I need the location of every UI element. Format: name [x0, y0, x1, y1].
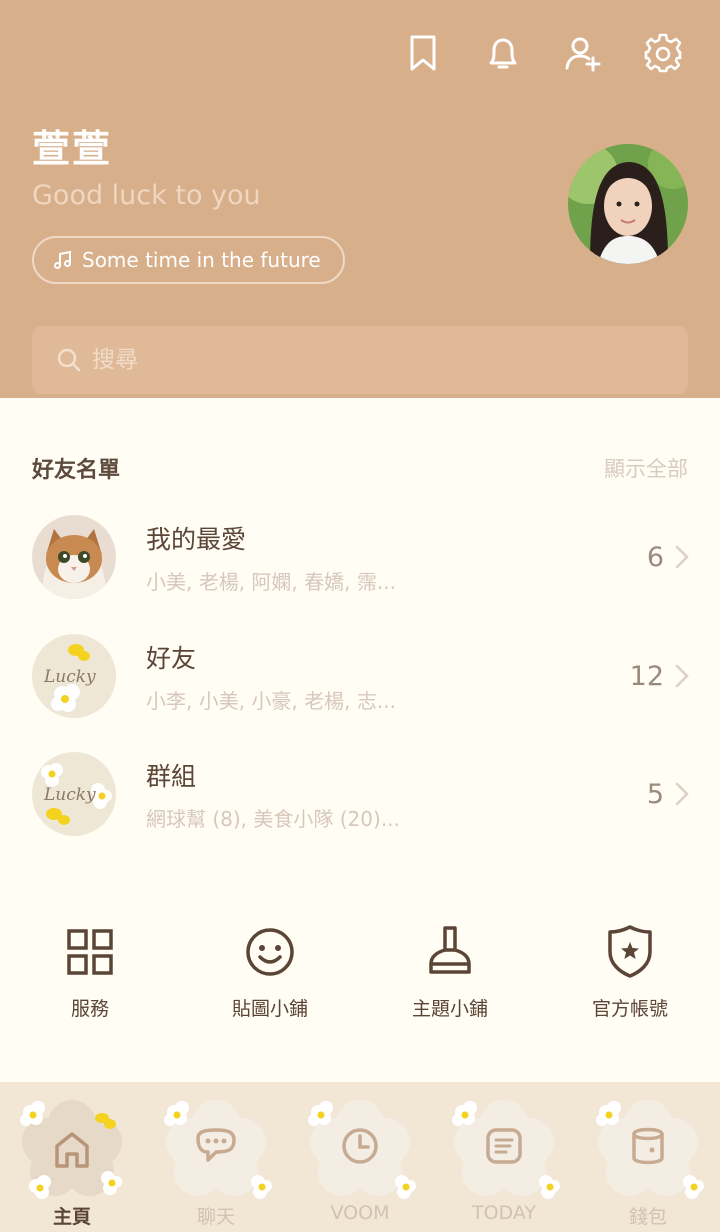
- friend-group-members: 網球幫 (8), 美食小隊 (20)...: [146, 806, 400, 831]
- profile-avatar[interactable]: [568, 144, 688, 264]
- friend-group-title: 我的最愛: [146, 524, 247, 554]
- search-input[interactable]: [92, 347, 652, 373]
- friend-group-title: 群組: [146, 761, 197, 791]
- chevron-right-icon: [675, 664, 689, 688]
- friend-group-row[interactable]: Lucky 好友 小李, 小美, 小豪, 老楊, 志... 12: [32, 631, 690, 721]
- status-message[interactable]: Good luck to you: [32, 180, 261, 211]
- nav-home[interactable]: 主頁: [0, 1082, 144, 1232]
- show-all-link[interactable]: 顯示全部: [604, 453, 688, 483]
- header-toolbar: [402, 32, 684, 74]
- friend-group-row[interactable]: Lucky 群組 網球幫 (8), 美食小隊 (20)... 5: [32, 749, 690, 839]
- service-label: 服務: [70, 998, 109, 1020]
- friend-group-members: 小美, 老楊, 阿嫻, 春嬌, 霈...: [146, 569, 396, 594]
- nav-label: 聊天: [196, 1206, 235, 1228]
- sticker-shop-button[interactable]: 貼圖小鋪: [180, 922, 360, 1021]
- nav-chat[interactable]: 聊天: [144, 1082, 288, 1232]
- search-icon: [57, 348, 81, 372]
- nav-label: TODAY: [472, 1202, 536, 1224]
- service-button[interactable]: 服務: [0, 922, 180, 1021]
- services-row: 服務 貼圖小鋪 主題小鋪 官方帳號: [0, 922, 720, 1021]
- svg-text:Lucky: Lucky: [43, 667, 96, 687]
- nav-today[interactable]: TODAY: [432, 1082, 576, 1232]
- shield-star-icon: [608, 925, 652, 978]
- profile-name[interactable]: 萱萱: [32, 118, 112, 173]
- nav-label: 錢包: [628, 1206, 667, 1228]
- brush-icon: [429, 926, 471, 974]
- section-title: 好友名單: [32, 458, 121, 483]
- friend-group-count: 6: [646, 541, 664, 573]
- service-label: 主題小鋪: [411, 998, 488, 1020]
- svg-text:Lucky: Lucky: [43, 785, 96, 805]
- friend-group-members: 小李, 小美, 小豪, 老楊, 志...: [146, 688, 396, 713]
- bell-icon[interactable]: [482, 32, 524, 74]
- profile-music-button[interactable]: Some time in the future: [32, 236, 345, 284]
- official-accounts-button[interactable]: 官方帳號: [540, 922, 720, 1021]
- friend-group-row[interactable]: 我的最愛 小美, 老楊, 阿嫻, 春嬌, 霈... 6: [32, 512, 690, 602]
- nav-label: 主頁: [52, 1206, 91, 1228]
- nav-wallet[interactable]: 錢包: [576, 1082, 720, 1232]
- nav-voom[interactable]: VOOM: [288, 1082, 432, 1232]
- friends-section-header: 好友名單 顯示全部: [32, 452, 688, 484]
- search-bar[interactable]: [32, 326, 688, 394]
- service-label: 官方帳號: [591, 998, 668, 1020]
- music-note-icon: [54, 250, 71, 269]
- friend-group-count: 5: [646, 778, 664, 810]
- theme-shop-button[interactable]: 主題小鋪: [360, 922, 540, 1021]
- friends-avatar: Lucky: [32, 634, 116, 718]
- bookmark-icon[interactable]: [402, 32, 444, 74]
- music-label: Some time in the future: [82, 248, 321, 272]
- bottom-nav: 主頁 聊天 VOOM TODAY 錢包: [0, 1082, 720, 1232]
- smiley-icon: [246, 928, 294, 976]
- profile-header: 萱萱 Good luck to you Some time in the fut…: [0, 0, 720, 398]
- gear-icon[interactable]: [642, 32, 684, 74]
- grid-icon: [67, 929, 113, 975]
- nav-label: VOOM: [330, 1202, 390, 1224]
- chevron-right-icon: [675, 545, 689, 569]
- groups-avatar: Lucky: [32, 752, 116, 836]
- friend-group-title: 好友: [146, 643, 197, 673]
- add-friend-icon[interactable]: [562, 32, 604, 74]
- favorites-avatar: [32, 515, 116, 599]
- chevron-right-icon: [675, 782, 689, 806]
- friend-group-count: 12: [629, 660, 664, 692]
- service-label: 貼圖小鋪: [231, 998, 308, 1020]
